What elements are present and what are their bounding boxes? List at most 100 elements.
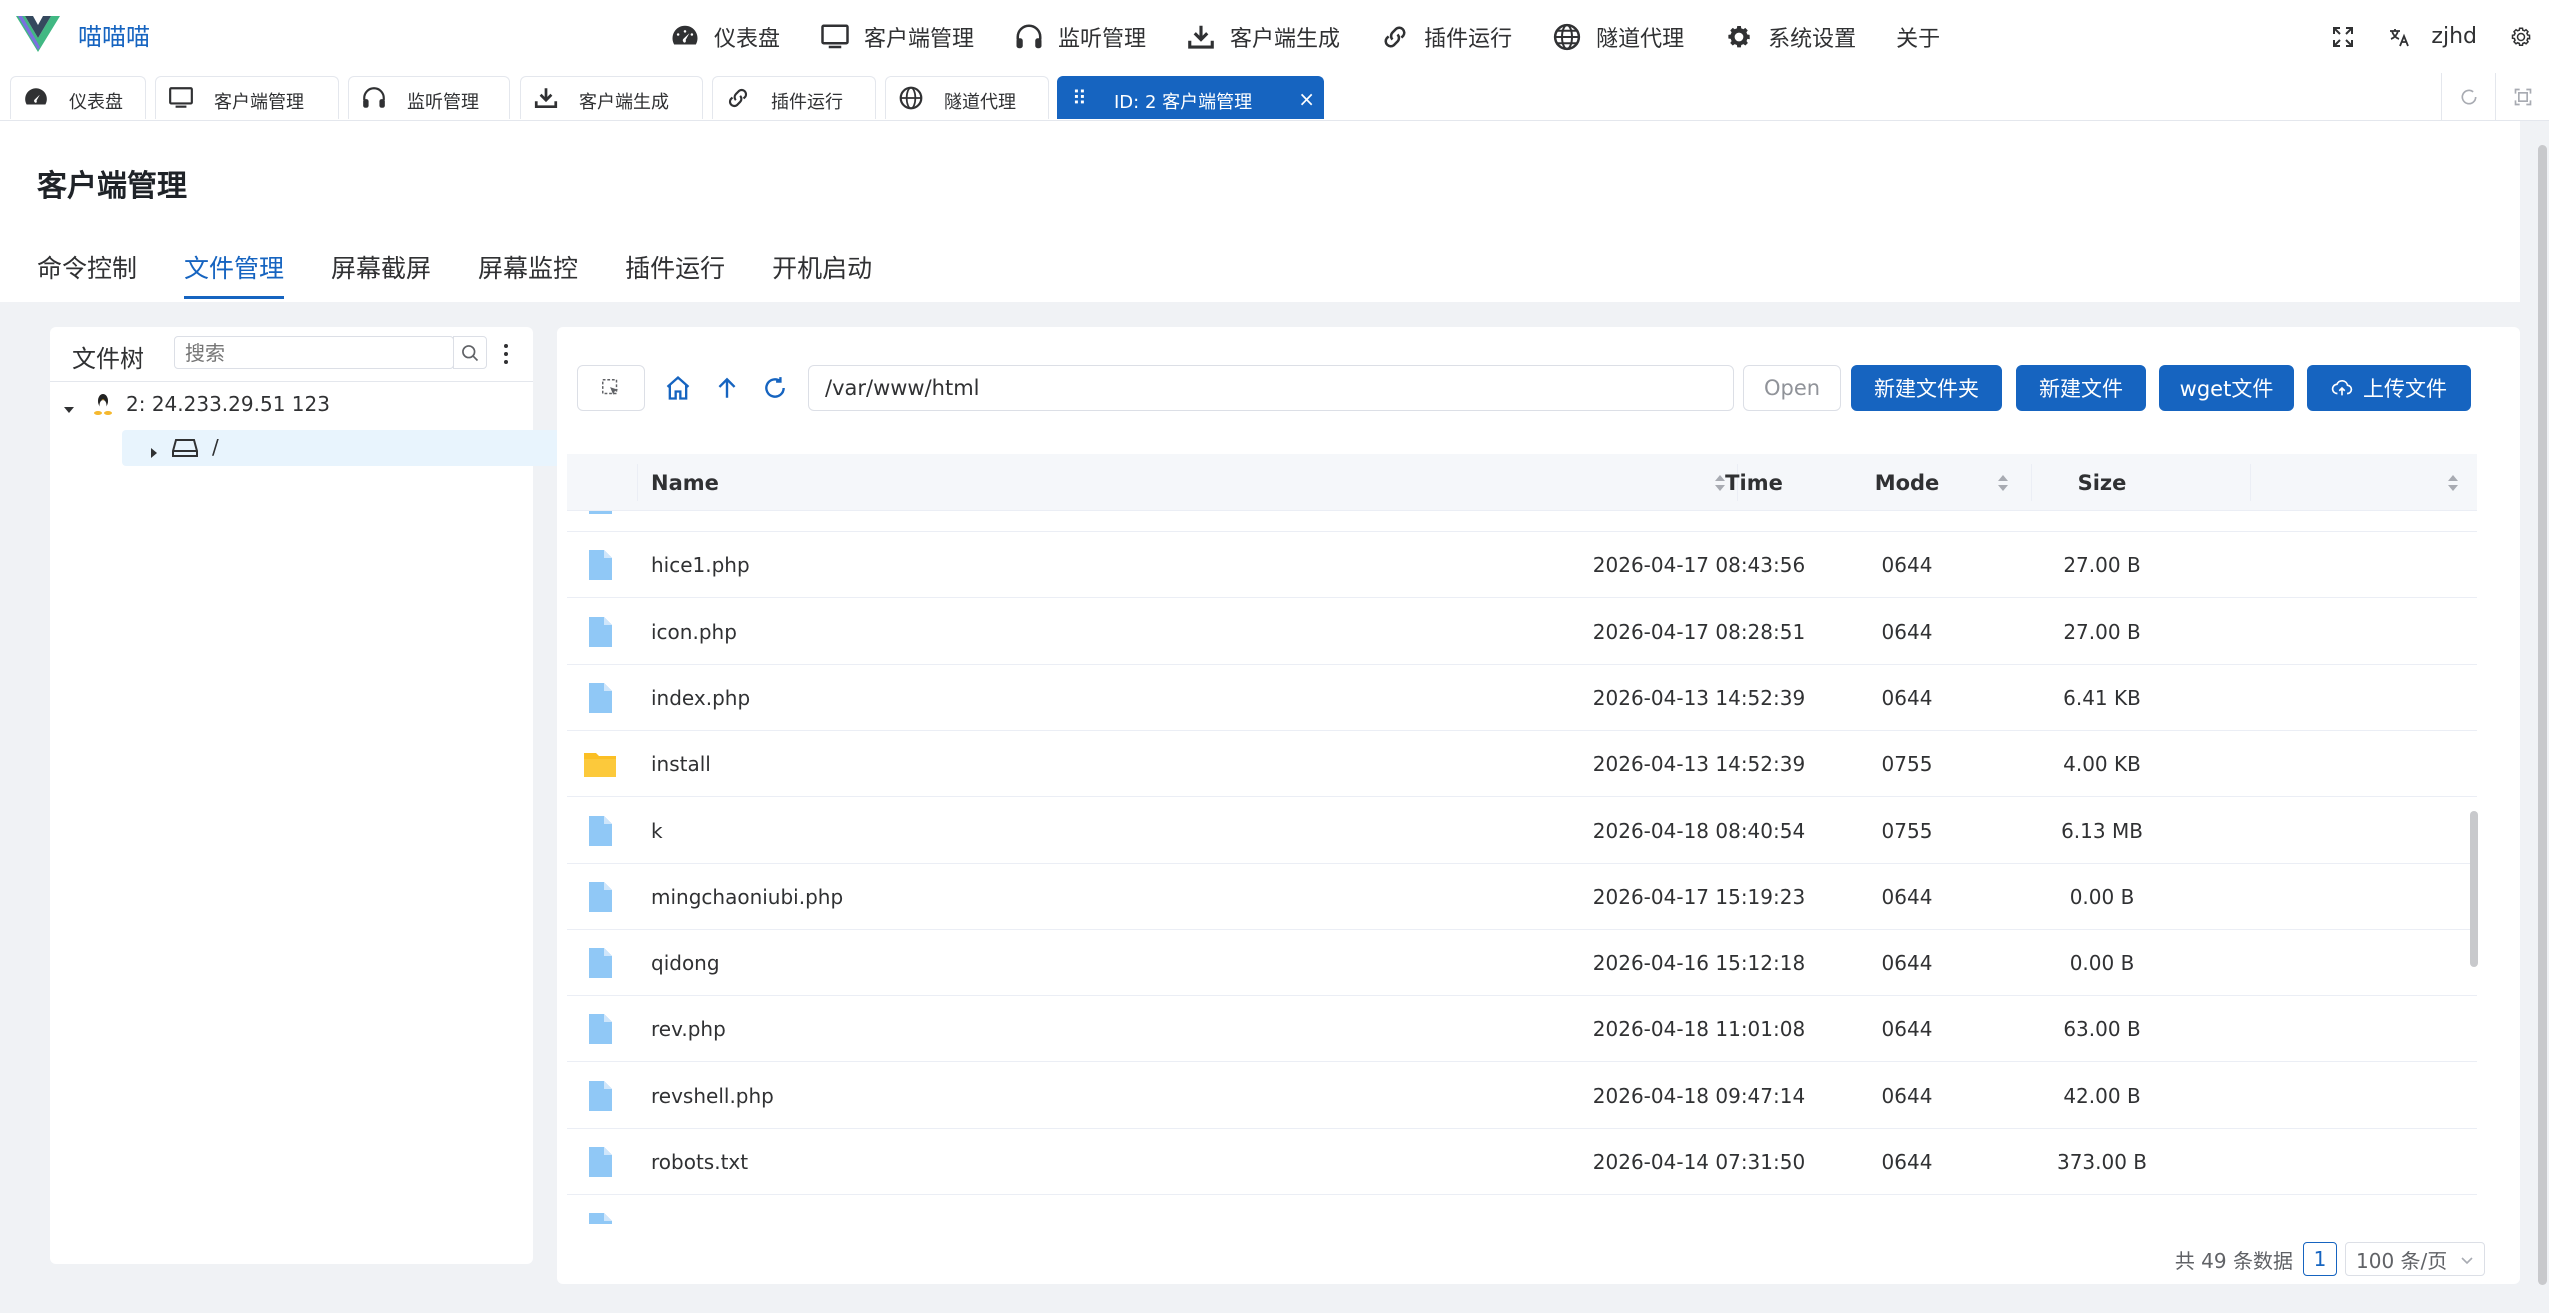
file-mode (1857, 1195, 1957, 1224)
sort-icon[interactable] (2447, 473, 2459, 493)
tree-search-input[interactable] (174, 336, 454, 369)
parent-dir-button[interactable] (712, 373, 742, 403)
nav-label: 仪表盘 (714, 26, 781, 52)
tab-plugin-run[interactable]: 插件运行 (712, 76, 876, 119)
wget-file-button[interactable]: wget文件 (2159, 365, 2294, 411)
file-mode: 0644 (1881, 685, 1933, 710)
language-button[interactable] (2371, 0, 2427, 73)
nav-listener-management[interactable]: 监听管理 (994, 0, 1166, 73)
nav-client-generate[interactable]: 客户端生成 (1166, 0, 1360, 73)
file-name[interactable]: install (651, 731, 711, 797)
upload-label: 上传文件 (2363, 377, 2447, 401)
username[interactable]: zjhd (2427, 24, 2493, 49)
table-row[interactable]: rev.php 2026-04-18 11:01:08 0644 63.00 B (567, 996, 2477, 1063)
tab-client-management[interactable]: 客户端管理 (155, 76, 339, 119)
top-menu: 仪表盘 客户端管理 监听管理 客户端生成 插件运行 隧道代理 系统设置 关于 (650, 0, 1960, 73)
tab-client-generate[interactable]: 客户端生成 (520, 76, 703, 119)
select-mode-button[interactable] (577, 365, 645, 411)
tab-label: 插件运行 (771, 92, 843, 113)
refresh-button[interactable] (760, 373, 790, 403)
table-scrollbar[interactable] (2470, 511, 2478, 1224)
app-logo[interactable]: 喵喵喵 (16, 14, 150, 54)
file-name[interactable]: qidong (651, 930, 720, 996)
file-time: 2026-04-17 08:43:56 (1592, 553, 1806, 578)
nav-system-settings[interactable]: 系统设置 (1704, 0, 1876, 73)
file-time: 2026-04-16 15:12:18 (1592, 951, 1806, 976)
tree-node-client[interactable]: 2: 24.233.29.51 123 (50, 387, 533, 423)
caret-right-icon[interactable] (147, 441, 161, 465)
table-row[interactable]: hice.php 2026-04-17 08:38:30 0644 45.00 B (567, 511, 2477, 532)
tab-listener-management[interactable]: 监听管理 (348, 76, 510, 119)
nav-plugin-run[interactable]: 插件运行 (1360, 0, 1532, 73)
new-file-button[interactable]: 新建文件 (2016, 365, 2146, 411)
tab-dashboard[interactable]: 仪表盘 (10, 76, 146, 119)
table-row[interactable]: qidong 2026-04-16 15:12:18 0644 0.00 B (567, 930, 2477, 997)
file-name[interactable]: revshell.php (651, 1063, 774, 1129)
home-button[interactable] (663, 373, 693, 403)
nav-about[interactable]: 关于 (1876, 0, 1960, 73)
table-row[interactable]: index.php 2026-04-13 14:52:39 0644 6.41 KB (567, 665, 2477, 731)
path-input[interactable] (808, 365, 1734, 411)
nav-tunnel-proxy[interactable]: 隧道代理 (1532, 0, 1704, 73)
table-row[interactable]: mingchaoniubi.php 2026-04-17 15:19:23 0644… (567, 864, 2477, 930)
file-name[interactable]: hice1.php (651, 532, 750, 598)
caret-down-icon[interactable] (62, 398, 76, 422)
tabs-tools (2441, 73, 2549, 120)
chevron-down-icon (2461, 1257, 2473, 1265)
link-icon (728, 88, 748, 108)
file-time: 2026-04-17 15:19:23 (1592, 884, 1806, 909)
tab-client-detail-active[interactable]: ⠿ ID: 2 客户端管理 × (1057, 76, 1324, 119)
drag-handle-icon[interactable]: ⠿ (1072, 86, 1087, 110)
nav-dashboard[interactable]: 仪表盘 (650, 0, 800, 73)
file-name[interactable]: mingchaoniubi.php (651, 864, 843, 930)
table-row[interactable]: install 2026-04-13 14:52:39 0755 4.00 KB (567, 731, 2477, 798)
fullscreen-button[interactable] (2315, 0, 2371, 73)
tab-tunnel-proxy[interactable]: 隧道代理 (885, 76, 1049, 119)
nav-client-management[interactable]: 客户端管理 (800, 0, 994, 73)
tab-label: 监听管理 (407, 92, 479, 113)
file-name[interactable]: rev.php (651, 996, 726, 1062)
subtab-screenshot[interactable]: 屏幕截屏 (331, 249, 431, 299)
table-row[interactable]: robots.txt 2026-04-14 07:31:50 0644 373.00 … (567, 1129, 2477, 1195)
maximize-content-button[interactable] (2495, 73, 2549, 120)
refresh-tab-button[interactable] (2441, 73, 2495, 120)
column-name[interactable]: Name (651, 454, 719, 511)
page-number-button[interactable]: 1 (2303, 1242, 2337, 1276)
table-row[interactable]: revshell.php 2026-04-18 09:47:14 0644 42.00… (567, 1063, 2477, 1129)
column-divider (637, 464, 638, 501)
file-mode: 0644 (1881, 1083, 1933, 1108)
column-size[interactable]: Size (2007, 454, 2197, 511)
open-button[interactable]: Open (1743, 365, 1841, 411)
close-icon[interactable]: × (1298, 87, 1315, 111)
monitor-icon (821, 24, 849, 48)
settings-button[interactable] (2493, 0, 2549, 73)
file-name[interactable]: index.php (651, 665, 750, 731)
subtab-plugin-run[interactable]: 插件运行 (625, 249, 725, 299)
subtab-command-control[interactable]: 命令控制 (37, 249, 137, 299)
page-scrollbar-thumb[interactable] (2538, 145, 2547, 1285)
globe-icon (1553, 23, 1581, 50)
file-name[interactable]: hice.php (651, 511, 737, 532)
download-icon (1188, 25, 1214, 49)
dashboard-icon (672, 25, 698, 44)
upload-file-button[interactable]: 上传文件 (2307, 365, 2471, 411)
subtab-file-management[interactable]: 文件管理 (184, 249, 285, 299)
download-icon (534, 88, 558, 109)
file-name[interactable]: k (651, 798, 663, 864)
table-row[interactable]: icon.php 2026-04-17 08:28:51 0644 27.00 B (567, 599, 2477, 665)
table-row[interactable]: hice1.php 2026-04-17 08:43:56 0644 27.00 B (567, 532, 2477, 599)
table-scrollbar-thumb[interactable] (2470, 811, 2478, 967)
new-folder-button[interactable]: 新建文件夹 (1851, 365, 2002, 411)
page-size-select[interactable]: 100 条/页 (2345, 1242, 2485, 1276)
file-name[interactable]: icon.php (651, 599, 737, 665)
subtab-screen-monitor[interactable]: 屏幕监控 (478, 249, 578, 299)
table-row[interactable] (567, 1195, 2477, 1224)
subtab-startup[interactable]: 开机启动 (772, 249, 872, 299)
file-icon (583, 1129, 617, 1195)
column-mode[interactable]: Mode (1857, 454, 1957, 511)
file-name[interactable]: robots.txt (651, 1129, 748, 1195)
tree-search-button[interactable] (453, 336, 487, 369)
table-row[interactable]: k 2026-04-18 08:40:54 0755 6.13 MB (567, 798, 2477, 864)
more-vertical-icon[interactable] (498, 339, 514, 369)
tree-node-root-dir[interactable]: / (122, 430, 583, 466)
